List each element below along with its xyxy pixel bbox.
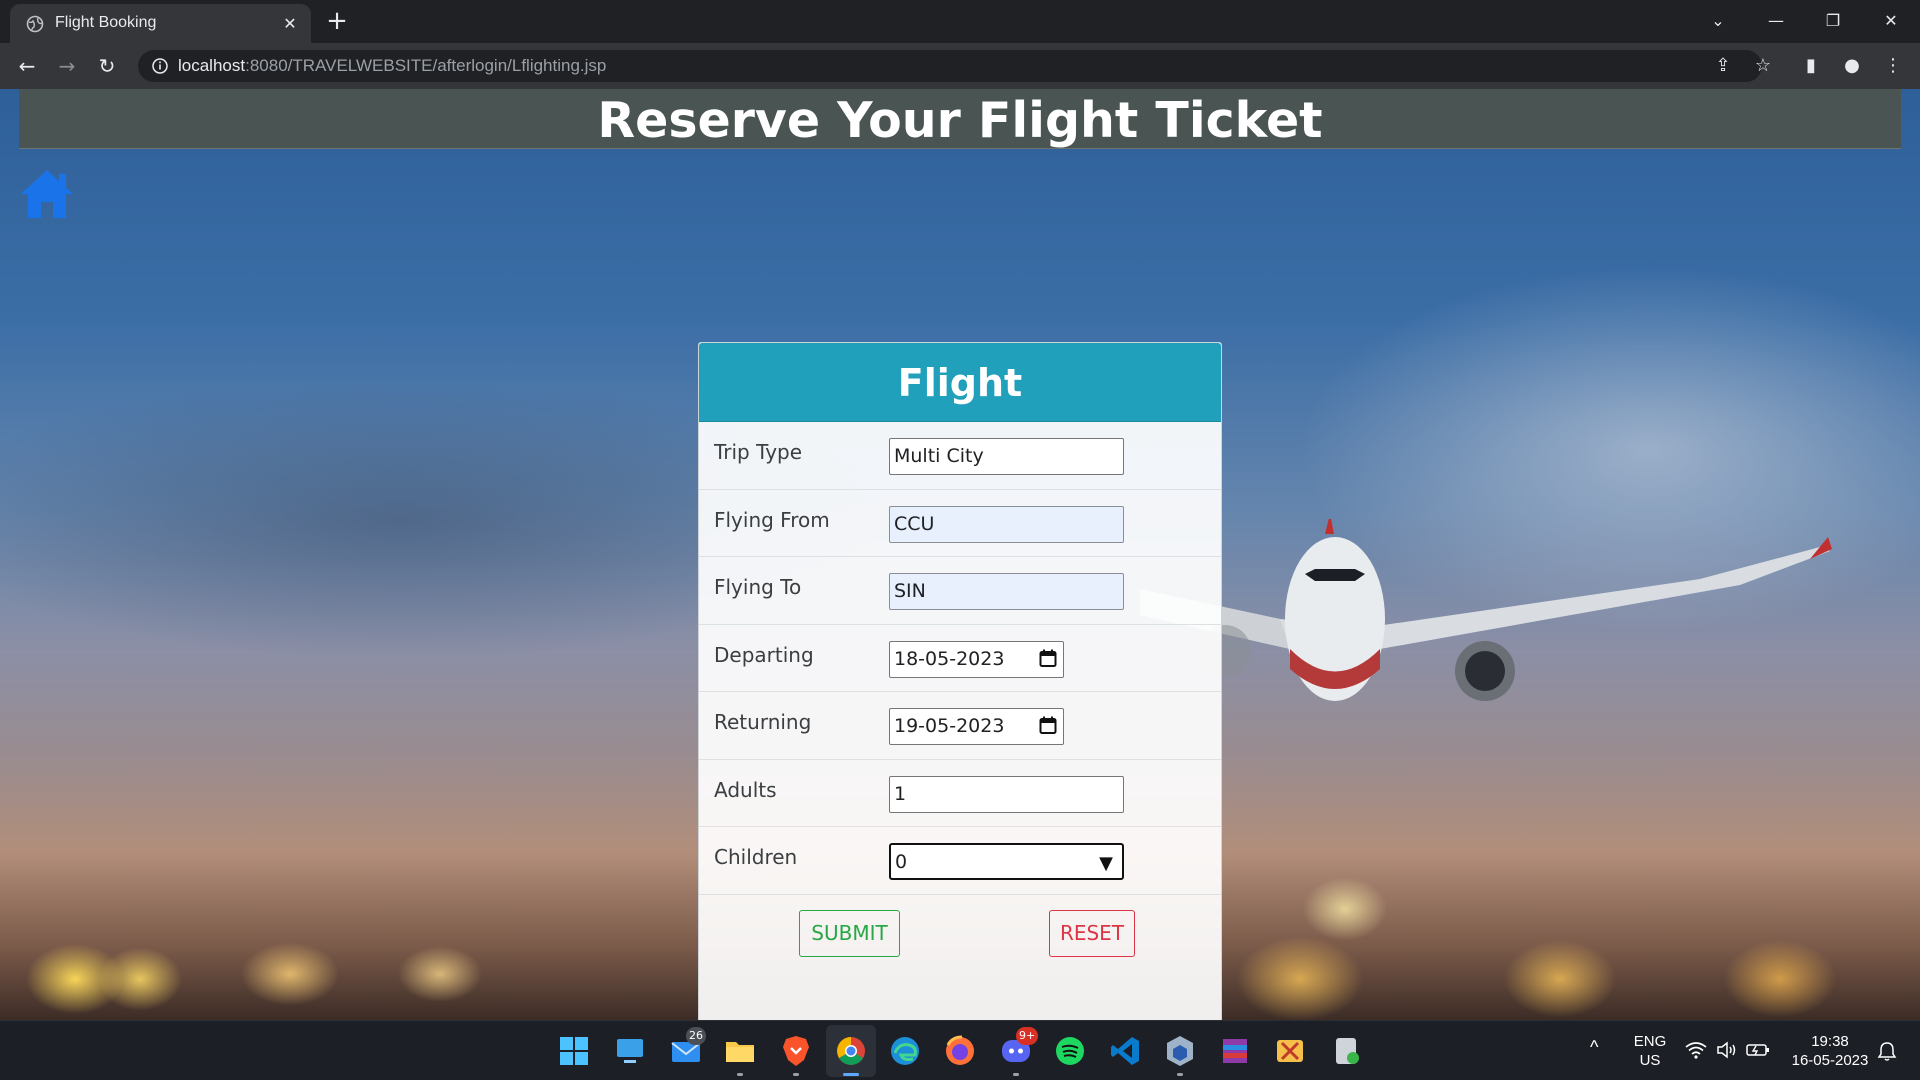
adults-label: Adults <box>714 777 777 802</box>
departing-label: Departing <box>714 642 814 667</box>
flying-to-label: Flying To <box>714 575 802 599</box>
bookmark-star-icon[interactable]: ☆ <box>1749 52 1777 80</box>
clock-date: 16-05-2023 <box>1791 1052 1869 1069</box>
departing-date-input[interactable]: 18-05-2023 <box>889 640 1064 678</box>
children-label: Children <box>714 845 798 869</box>
returning-date-input[interactable]: 19-05-2023 <box>889 708 1064 745</box>
form-row-flying-from: Flying From CCU <box>699 490 1221 557</box>
running-indicator <box>793 1073 799 1076</box>
adults-input[interactable]: 1 <box>889 775 1124 813</box>
show-hidden-icons-chevron-icon[interactable]: ^ <box>1590 1037 1598 1058</box>
new-tab-button[interactable]: + <box>323 7 351 35</box>
notifications-icon[interactable] <box>1876 1040 1898 1062</box>
form-row-departing: Departing 18-05-2023 <box>699 625 1221 692</box>
side-panel-icon[interactable]: ▮ <box>1797 52 1825 80</box>
restore-button[interactable]: ❐ <box>1818 6 1848 36</box>
disk-cleanup-icon[interactable] <box>1328 1033 1364 1069</box>
returning-label: Returning <box>714 710 812 734</box>
running-indicator <box>1177 1073 1183 1076</box>
file-explorer-icon[interactable] <box>722 1033 758 1069</box>
page-viewport: Reserve Your Flight Ticket Flight Trip T… <box>0 89 1920 1020</box>
close-window-button[interactable]: ✕ <box>1876 6 1906 36</box>
firefox-icon[interactable] <box>942 1033 978 1069</box>
home-icon[interactable] <box>19 168 75 220</box>
brave-browser-icon[interactable] <box>778 1033 814 1069</box>
mail-badge: 26 <box>686 1027 706 1045</box>
edge-icon[interactable] <box>887 1033 923 1069</box>
globe-icon <box>26 15 44 33</box>
dropdown-arrow-icon: ▼ <box>1099 853 1113 874</box>
flying-to-input[interactable]: SIN <box>889 573 1124 610</box>
form-row-trip-type: Trip Type Multi City <box>699 422 1221 490</box>
tab-title: Flight Booking <box>55 14 157 31</box>
browser-tab[interactable]: Flight Booking ✕ <box>10 4 311 43</box>
forward-button[interactable]: → <box>52 51 82 81</box>
running-indicator <box>737 1073 743 1076</box>
flying-from-input[interactable]: CCU <box>889 505 1124 543</box>
browser-tab-strip: Flight Booking ✕ + ⌄ — ❐ ✕ <box>0 0 1920 43</box>
desktop-icon[interactable] <box>612 1033 648 1069</box>
submit-button[interactable]: SUBMIT <box>799 909 900 957</box>
running-indicator <box>1013 1073 1019 1076</box>
tab-search-icon[interactable]: ⌄ <box>1703 6 1733 36</box>
active-indicator <box>843 1073 859 1076</box>
form-row-returning: Returning 19-05-2023 <box>699 692 1221 760</box>
snipping-tool-icon[interactable] <box>1272 1033 1308 1069</box>
card-title: Flight <box>897 361 1023 405</box>
spotify-icon[interactable] <box>1052 1033 1088 1069</box>
page-banner: Reserve Your Flight Ticket <box>19 89 1901 149</box>
chrome-icon[interactable] <box>833 1033 869 1069</box>
address-bar[interactable]: localhost:8080/TRAVELWEBSITE/afterlogin/… <box>138 50 1762 82</box>
browser-toolbar: ← → ↻ localhost:8080/TRAVELWEBSITE/after… <box>0 43 1920 89</box>
form-actions: SUBMIT RESET <box>699 895 1221 975</box>
form-row-flying-to: Flying To SIN <box>699 557 1221 625</box>
battery-icon[interactable] <box>1746 1041 1770 1059</box>
windows-start-icon[interactable] <box>556 1033 592 1069</box>
clock-time: 19:38 <box>1811 1033 1849 1050</box>
url-host: localhost <box>178 56 246 75</box>
page-heading: Reserve Your Flight Ticket <box>597 92 1323 149</box>
calendar-icon[interactable] <box>1039 649 1057 668</box>
airplane-image <box>1140 519 1832 701</box>
volume-icon[interactable] <box>1716 1040 1738 1060</box>
returning-date-value: 19-05-2023 <box>894 715 1005 737</box>
form-row-children: Children 0 ▼ <box>699 827 1221 895</box>
url-path: :8080/TRAVELWEBSITE/afterlogin/Lflightin… <box>245 56 607 75</box>
clock[interactable]: 19:38 16-05-2023 <box>1780 1032 1880 1070</box>
discord-badge: 9+ <box>1016 1027 1039 1045</box>
children-selected-value: 0 <box>895 851 908 873</box>
children-select[interactable]: 0 ▼ <box>889 843 1124 880</box>
minimize-button[interactable]: — <box>1761 6 1791 36</box>
flight-form-card: Flight Trip Type Multi City Flying From … <box>698 342 1222 1020</box>
wifi-icon[interactable] <box>1685 1041 1707 1059</box>
language-code: ENG <box>1633 1033 1667 1050</box>
back-button[interactable]: ← <box>12 51 42 81</box>
language-indicator[interactable]: ENG US <box>1628 1032 1672 1070</box>
reload-button[interactable]: ↻ <box>92 51 122 81</box>
winrar-icon[interactable] <box>1217 1033 1253 1069</box>
departing-date-value: 18-05-2023 <box>894 647 1005 670</box>
menu-kebab-icon[interactable]: ⋮ <box>1879 52 1907 80</box>
windows-taskbar: 26 9+ ^ ENG US 19:38 16-05-2023 <box>0 1020 1920 1080</box>
vscode-icon[interactable] <box>1107 1033 1143 1069</box>
form-row-adults: Adults 1 <box>699 760 1221 827</box>
share-icon[interactable]: ⇪ <box>1709 52 1737 80</box>
virtualbox-icon[interactable] <box>1162 1033 1198 1069</box>
site-info-icon[interactable] <box>151 57 169 75</box>
mail-app[interactable]: 26 <box>668 1027 706 1069</box>
url-text: localhost:8080/TRAVELWEBSITE/afterlogin/… <box>178 56 606 76</box>
keyboard-region: US <box>1639 1052 1661 1069</box>
calendar-icon[interactable] <box>1039 716 1057 735</box>
flying-from-label: Flying From <box>714 507 830 532</box>
trip-type-input[interactable]: Multi City <box>889 438 1124 475</box>
tab-close-icon[interactable]: ✕ <box>280 14 300 34</box>
profile-icon[interactable]: ● <box>1838 52 1866 80</box>
discord-app[interactable]: 9+ <box>998 1027 1039 1069</box>
card-header: Flight <box>699 343 1221 422</box>
reset-button[interactable]: RESET <box>1049 909 1135 957</box>
trip-type-label: Trip Type <box>714 440 803 464</box>
